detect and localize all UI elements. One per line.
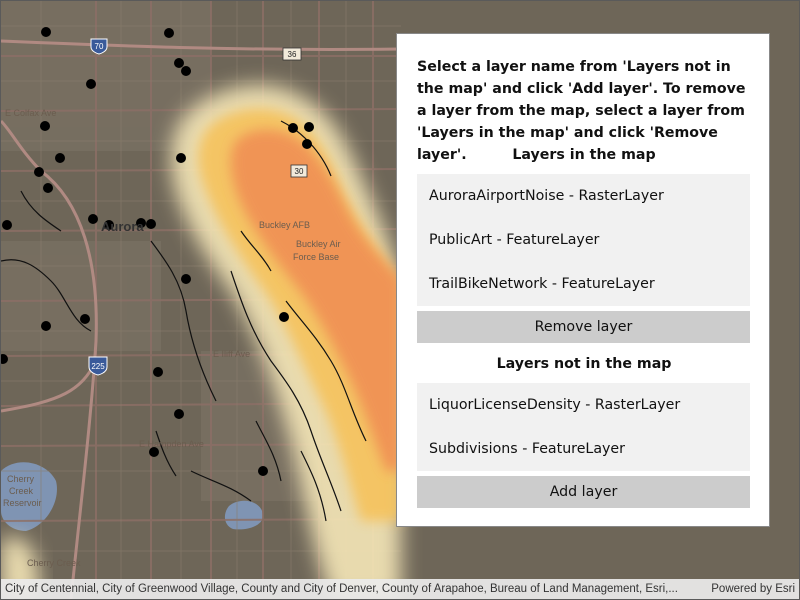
map-label-buckley-afb: Buckley AFB — [259, 220, 310, 230]
public-art-point[interactable] — [279, 312, 289, 322]
map-label-cherry-creek: Cherry Creek — [27, 558, 81, 568]
public-art-point[interactable] — [302, 139, 312, 149]
map-view[interactable]: E Colfax Ave E Hampden Ave E Iliff Ave B… — [0, 0, 800, 600]
map-attribution: City of Centennial, City of Greenwood Vi… — [1, 579, 799, 599]
shield-70-icon: 70 — [90, 38, 108, 55]
map-label-colfax: E Colfax Ave — [5, 108, 56, 118]
list-item[interactable]: AuroraAirportNoise - RasterLayer — [417, 174, 750, 218]
public-art-point[interactable] — [164, 28, 174, 38]
public-art-point[interactable] — [41, 27, 51, 37]
shield-225-icon: 225 — [88, 356, 108, 376]
public-art-point[interactable] — [2, 220, 12, 230]
powered-by-esri[interactable]: Powered by Esri — [711, 579, 795, 599]
public-art-point[interactable] — [288, 123, 298, 133]
public-art-point[interactable] — [41, 321, 51, 331]
map-label-creek: Creek — [9, 486, 34, 496]
add-layer-button[interactable]: Add layer — [417, 476, 750, 508]
public-art-point[interactable] — [304, 122, 314, 132]
map-label-iliff: E Iliff Ave — [213, 349, 250, 359]
public-art-point[interactable] — [55, 153, 65, 163]
public-art-point[interactable] — [176, 153, 186, 163]
public-art-point[interactable] — [181, 274, 191, 284]
public-art-point[interactable] — [174, 58, 184, 68]
remove-layer-button[interactable]: Remove layer — [417, 311, 750, 343]
public-art-point[interactable] — [181, 66, 191, 76]
shield-36-icon: 36 — [282, 47, 302, 61]
list-item[interactable]: TrailBikeNetwork - FeatureLayer — [417, 262, 750, 306]
attribution-text: City of Centennial, City of Greenwood Vi… — [5, 583, 678, 595]
list-item[interactable]: PublicArt - FeatureLayer — [417, 218, 750, 262]
layers-not-in-map-title: Layers not in the map — [496, 356, 672, 372]
layers-in-map-title: Layers in the map — [512, 147, 656, 163]
shield-30-icon: 30 — [290, 164, 308, 178]
public-art-point[interactable] — [80, 314, 90, 324]
map-label-aurora: Aurora — [101, 219, 144, 234]
public-art-point[interactable] — [146, 219, 156, 229]
map-label-reservoir: Reservoir — [3, 498, 42, 508]
map-label-cherry: Cherry — [7, 474, 35, 484]
map-label-buckley-air: Buckley Air — [296, 239, 341, 249]
layers-in-map-list: AuroraAirportNoise - RasterLayer PublicA… — [417, 174, 750, 306]
layer-manager-panel: Select a layer name from 'Layers not in … — [396, 33, 770, 527]
public-art-point[interactable] — [86, 79, 96, 89]
public-art-point[interactable] — [258, 466, 268, 476]
public-art-point[interactable] — [88, 214, 98, 224]
list-item[interactable]: Subdivisions - FeatureLayer — [417, 427, 750, 471]
map-label-force-base: Force Base — [293, 252, 339, 262]
svg-text:30: 30 — [295, 167, 304, 176]
list-item[interactable]: LiquorLicenseDensity - RasterLayer — [417, 383, 750, 427]
layers-not-in-map-list: LiquorLicenseDensity - RasterLayer Subdi… — [417, 383, 750, 471]
public-art-point[interactable] — [43, 183, 53, 193]
svg-text:36: 36 — [288, 50, 297, 59]
public-art-point[interactable] — [34, 167, 44, 177]
public-art-point[interactable] — [174, 409, 184, 419]
svg-text:225: 225 — [91, 362, 105, 371]
public-art-point[interactable] — [40, 121, 50, 131]
map-label-hampden: E Hampden Ave — [139, 439, 204, 449]
public-art-point[interactable] — [153, 367, 163, 377]
svg-text:70: 70 — [95, 42, 104, 51]
